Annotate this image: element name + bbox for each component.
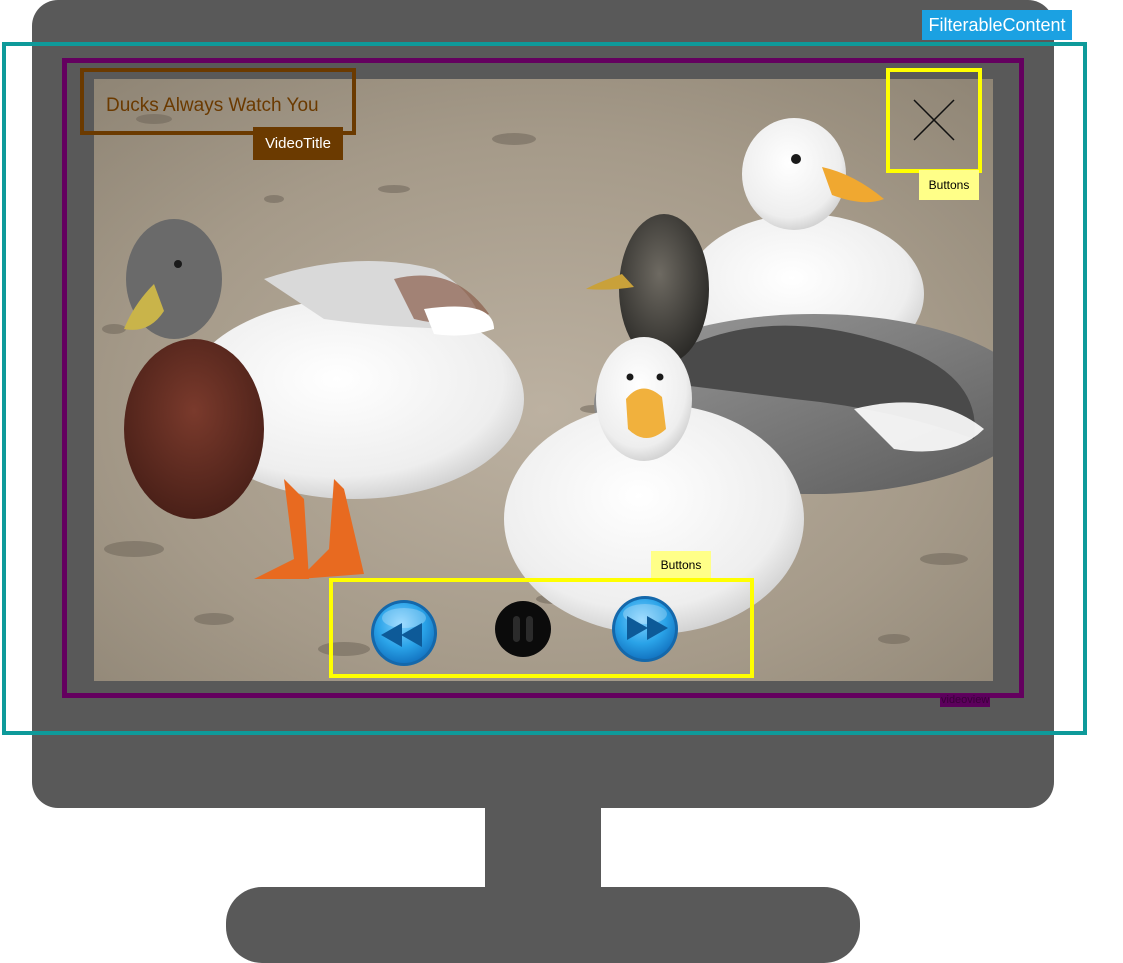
monitor-neck — [485, 805, 601, 890]
fast-forward-button[interactable] — [610, 594, 680, 664]
close-button[interactable] — [908, 96, 960, 146]
rewind-button[interactable] — [369, 598, 439, 668]
monitor-base — [226, 887, 860, 963]
fast-forward-icon — [612, 596, 678, 662]
buttons-label-bottom: Buttons — [651, 551, 711, 580]
pause-icon — [495, 601, 551, 657]
video-title-label: VideoTitle — [253, 127, 343, 160]
rewind-icon — [371, 600, 437, 666]
pause-button[interactable] — [494, 600, 552, 658]
video-title: Ducks Always Watch You — [106, 95, 319, 116]
buttons-label-top: Buttons — [919, 170, 979, 200]
filterable-content-label: FilterableContent — [922, 10, 1072, 40]
close-icon — [913, 99, 955, 141]
